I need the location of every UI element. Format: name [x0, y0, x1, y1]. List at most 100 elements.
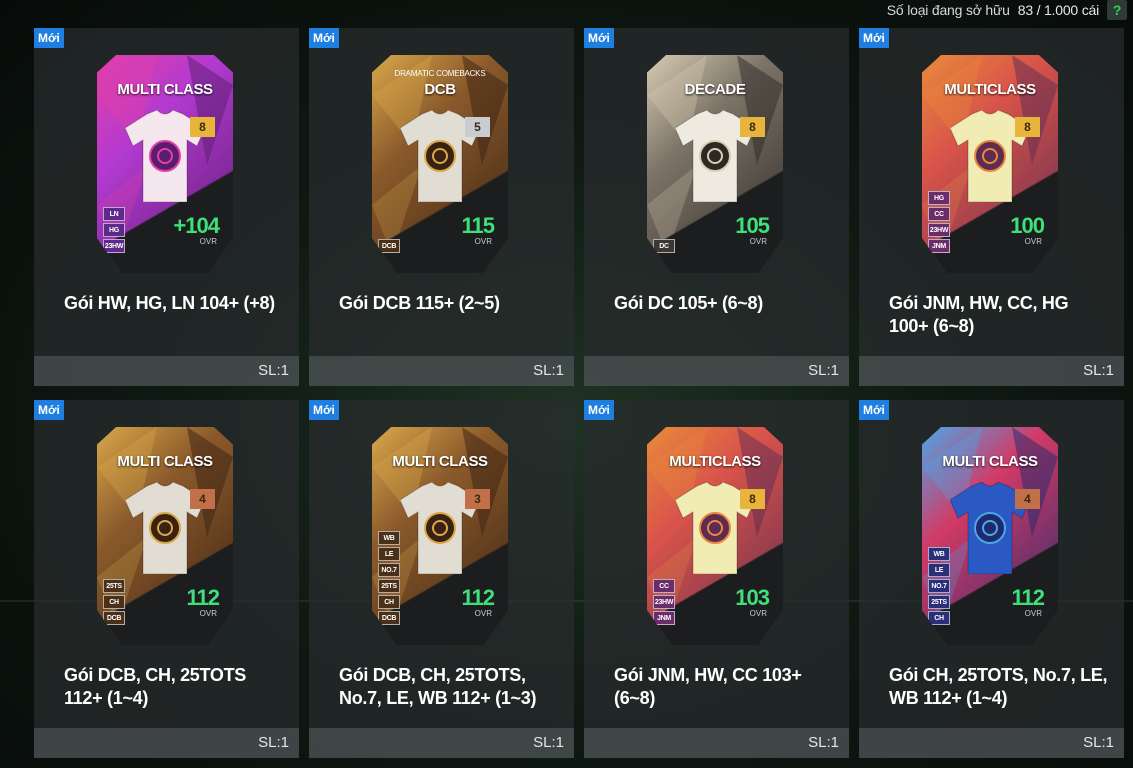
pack-card-image: MULTI CLASS 4 112 OVR 25TS CH DCB [97, 427, 233, 645]
class-chip: 23HW [653, 595, 675, 609]
card-subtitle: DRAMATIC COMEBACKS [394, 69, 486, 78]
ovr-number: 112 [461, 585, 495, 610]
pack-name: Gói HW, HG, LN 104+ (+8) [64, 293, 275, 313]
pack-card-image: MULTICLASS 8 103 OVR CC 23HW JNM [647, 427, 783, 645]
ovr-prefix: + [173, 213, 186, 238]
class-chip: CC [653, 579, 675, 593]
class-chip: 25TS [378, 579, 400, 593]
new-badge: Mới [34, 28, 64, 48]
pack-tile[interactable]: Mới MULTI CLASS 8 +104 OVR LN HG 23HW Gói … [34, 28, 299, 386]
pack-name: Gói JNM, HW, CC, HG 100+ (6~8) [889, 293, 1069, 336]
quantity-bar: SL:1 [309, 356, 574, 386]
pack-tile[interactable]: Mới MULTI CLASS 3 112 OVR WB LE NO.7 25TS CH… [309, 400, 574, 758]
ovr-value: 105 [735, 213, 770, 239]
class-chip: DCB [103, 611, 125, 625]
quantity-label: SL:1 [808, 362, 839, 379]
quantity-bar: SL:1 [859, 728, 1124, 758]
question-icon: ? [1112, 2, 1122, 18]
new-badge: Mới [584, 28, 614, 48]
help-button[interactable]: ? [1107, 0, 1127, 20]
ovr-value: 115 [462, 213, 495, 239]
ovr-label: OVR [474, 237, 492, 246]
ovr-number: 105 [735, 213, 770, 238]
new-badge: Mới [34, 400, 64, 420]
pack-tile[interactable]: Mới MULTICLASS 8 100 OVR HG CC 23HW JNM Gói… [859, 28, 1124, 386]
ovr-number: 100 [1010, 213, 1045, 238]
class-chips: WB LE NO.7 25TS CH [928, 547, 950, 625]
new-badge: Mới [309, 400, 339, 420]
grade-badge: 3 [465, 489, 490, 509]
quantity-label: SL:1 [258, 362, 289, 379]
new-badge: Mới [584, 400, 614, 420]
pack-name: Gói CH, 25TOTS, No.7, LE, WB 112+ (1~4) [889, 665, 1108, 708]
owned-count: 83 / 1.000 cái [1017, 2, 1099, 18]
class-chips: LN HG 23HW [103, 207, 125, 253]
owned-counter-bar: Số loại đang sở hữu 83 / 1.000 cái ? [887, 0, 1133, 20]
class-chips: 25TS CH DCB [103, 579, 125, 625]
pack-tile[interactable]: Mới MULTICLASS 8 103 OVR CC 23HW JNM Gói J… [584, 400, 849, 758]
quantity-bar: SL:1 [34, 356, 299, 386]
class-chip: WB [378, 531, 400, 545]
ovr-value: 112 [187, 585, 220, 611]
class-chip: WB [928, 547, 950, 561]
quantity-label: SL:1 [533, 734, 564, 751]
class-chip: JNM [653, 611, 675, 625]
class-chip: LE [378, 547, 400, 561]
pack-name: Gói DCB, CH, 25TOTS, No.7, LE, WB 112+ (… [339, 665, 537, 708]
class-chip: CH [928, 611, 950, 625]
class-chips: WB LE NO.7 25TS CH DCB [378, 531, 400, 625]
owned-label: Số loại đang sở hữu [886, 2, 1010, 18]
new-badge: Mới [309, 28, 339, 48]
ovr-value: 112 [1012, 585, 1045, 611]
quantity-label: SL:1 [533, 362, 564, 379]
class-chip: NO.7 [928, 579, 950, 593]
quantity-label: SL:1 [808, 734, 839, 751]
pack-tile[interactable]: Mới MULTI CLASS 4 112 OVR WB LE NO.7 25TS CH… [859, 400, 1124, 758]
pack-card-image: DRAMATIC COMEBACKS DCB 5 115 OVR DCB [372, 55, 508, 273]
quantity-label: SL:1 [258, 734, 289, 751]
pack-card-image: MULTICLASS 8 100 OVR HG CC 23HW JNM [922, 55, 1058, 273]
card-title: MULTI CLASS [117, 453, 213, 470]
ovr-value: 112 [462, 585, 495, 611]
grade-badge: 4 [1015, 489, 1040, 509]
class-chips: DCB [378, 239, 400, 253]
pack-tile[interactable]: Mới DRAMATIC COMEBACKS DCB 5 115 OVR DCB… [309, 28, 574, 386]
class-chip: 25TS [928, 595, 950, 609]
pack-name: Gói DC 105+ (6~8) [614, 293, 763, 313]
class-chip: 23HW [928, 223, 950, 237]
quantity-label: SL:1 [1083, 734, 1114, 751]
class-chip: CC [928, 207, 950, 221]
ovr-number: 104 [185, 213, 220, 238]
ovr-label: OVR [1024, 609, 1042, 618]
card-title: MULTI CLASS [392, 453, 488, 470]
new-badge: Mới [859, 28, 889, 48]
grade-badge: 8 [190, 117, 215, 137]
new-badge: Mới [859, 400, 889, 420]
class-chip: JNM [928, 239, 950, 253]
pack-tile[interactable]: Mới MULTI CLASS 4 112 OVR 25TS CH DCB Gói … [34, 400, 299, 758]
class-chip: LE [928, 563, 950, 577]
ovr-label: OVR [749, 237, 767, 246]
pack-tile[interactable]: Mới DECADE 8 105 OVR DC Gói DC 105+ (6~8… [584, 28, 849, 386]
grade-badge: 8 [740, 489, 765, 509]
class-chip: HG [103, 223, 125, 237]
pack-name: Gói DCB, CH, 25TOTS 112+ (1~4) [64, 665, 246, 708]
ovr-value: 100 [1010, 213, 1045, 239]
card-title: DCB [424, 81, 456, 98]
pack-grid: Mới MULTI CLASS 8 +104 OVR LN HG 23HW Gói … [34, 28, 1132, 768]
quantity-bar: SL:1 [584, 728, 849, 758]
class-chip: DC [653, 239, 675, 253]
class-chips: CC 23HW JNM [653, 579, 675, 625]
card-title: MULTICLASS [669, 453, 761, 470]
class-chip: NO.7 [378, 563, 400, 577]
ovr-label: OVR [749, 609, 767, 618]
quantity-bar: SL:1 [34, 728, 299, 758]
ovr-label: OVR [1024, 237, 1042, 246]
ovr-label: OVR [474, 609, 492, 618]
quantity-bar: SL:1 [309, 728, 574, 758]
ovr-number: 103 [735, 585, 770, 610]
pack-name: Gói JNM, HW, CC 103+ (6~8) [614, 665, 802, 708]
pack-card-image: DECADE 8 105 OVR DC [647, 55, 783, 273]
class-chip: 23HW [103, 239, 125, 253]
ovr-number: 112 [1011, 585, 1045, 610]
